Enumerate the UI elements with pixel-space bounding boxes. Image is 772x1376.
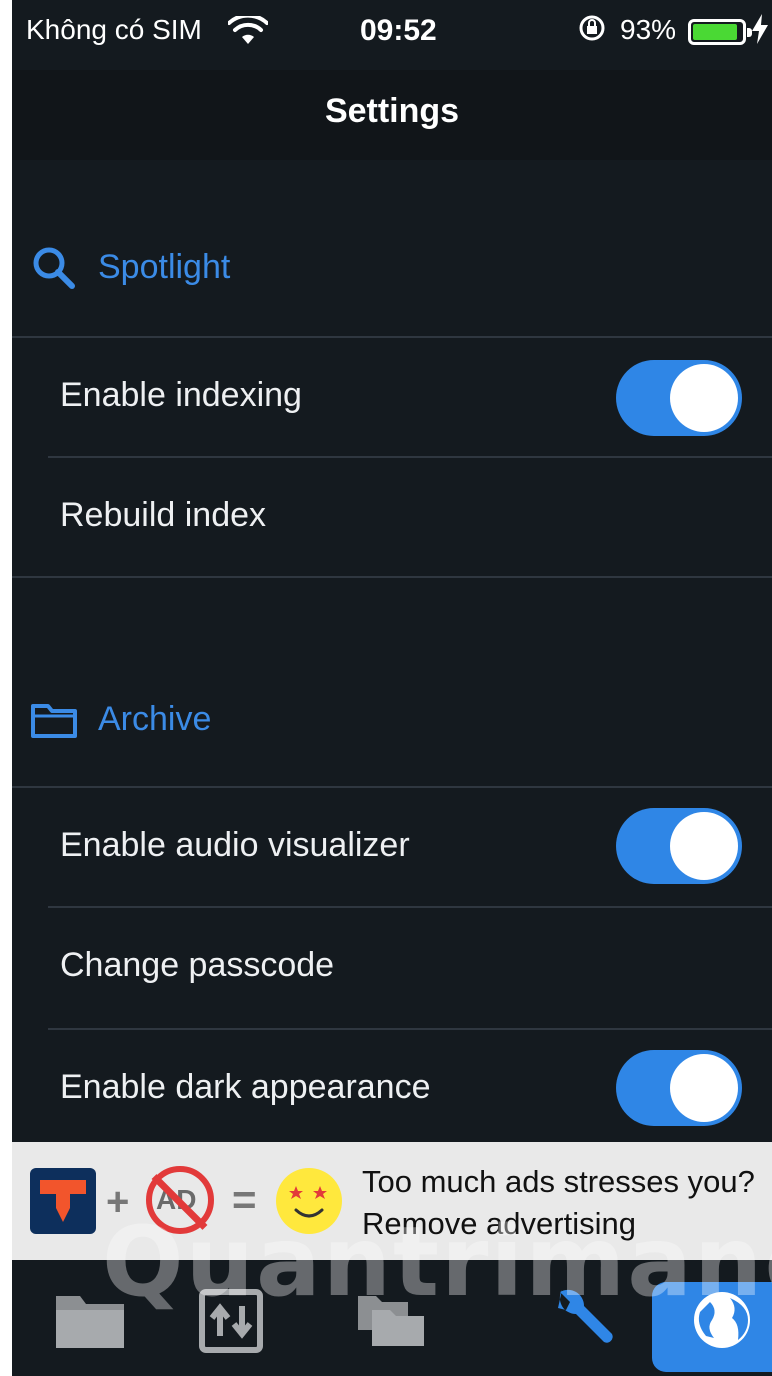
no-ads-icon: AD [146,1166,214,1234]
row-change-passcode[interactable]: Change passcode [12,908,772,1026]
row-label: Enable audio visualizer [60,826,410,864]
clock: 09:52 [360,14,437,47]
row-label: Rebuild index [60,496,267,534]
section-title-spotlight: Spotlight [98,248,231,286]
search-icon [30,244,78,297]
phone-screen: Không có SIM 09:52 93% Settings Spotligh… [12,0,772,1376]
screen-left-border [0,0,12,1376]
row-rebuild-index[interactable]: Rebuild index [12,458,772,576]
status-bar: Không có SIM 09:52 93% [12,0,772,70]
rotation-lock-icon [578,14,606,49]
battery-icon [688,19,752,45]
tab-wrench-icon[interactable] [540,1280,620,1360]
remove-advertising-link[interactable]: Remove advertising [362,1206,636,1242]
row-label: Change passcode [60,946,335,984]
ad-banner[interactable]: + AD = Too much ads stresses you? Remove… [12,1142,772,1260]
enable-indexing-toggle[interactable] [616,360,742,436]
enable-dark-appearance-toggle[interactable] [616,1050,742,1126]
row-enable-indexing[interactable]: Enable indexing [12,338,772,456]
wifi-icon [227,13,269,51]
page-title: Settings [324,92,460,130]
section-title-archive: Archive [98,700,212,738]
equals-sign: = [232,1176,257,1223]
row-enable-dark-appearance[interactable]: Enable dark appearance [12,1030,772,1148]
section-header-spotlight: Spotlight [12,232,772,302]
tab-transfer-icon[interactable] [192,1280,272,1360]
smiley-icon [276,1168,342,1234]
row-label: Enable indexing [60,376,302,414]
folder-icon [30,698,78,745]
tab-files-icon[interactable] [352,1280,432,1360]
navigation-bar: Settings [12,70,772,160]
carrier-label: Không có SIM [26,14,202,45]
tab-bar [12,1260,772,1376]
row-label: Enable dark appearance [60,1068,431,1106]
tab-folder-icon[interactable] [50,1280,130,1360]
tab-globe-icon[interactable] [682,1280,762,1360]
charging-bolt-icon [752,14,768,51]
enable-audio-visualizer-toggle[interactable] [616,808,742,884]
app-logo-icon [30,1168,96,1234]
row-enable-audio-visualizer[interactable]: Enable audio visualizer [12,788,772,906]
battery-percent: 93% [620,14,677,45]
ad-headline: Too much ads stresses you? [362,1164,755,1199]
plus-sign: + [106,1180,130,1224]
battery-fill [693,24,737,40]
section-header-archive: Archive [12,684,772,754]
divider [12,576,772,578]
